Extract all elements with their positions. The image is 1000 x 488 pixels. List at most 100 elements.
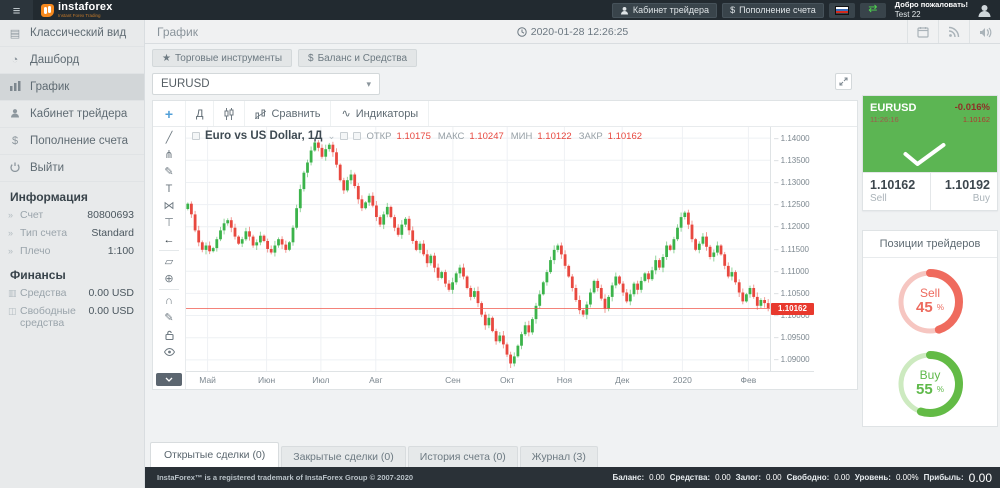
time-tick-label: Окт — [500, 375, 514, 385]
account-stats: Баланс:0.00 Средства:0.00 Залог:0.00 Сво… — [612, 471, 992, 485]
symbol-select[interactable]: EURUSD ▾ — [152, 73, 380, 95]
crosshair-icon[interactable]: + — [153, 101, 186, 126]
brand-logo[interactable]: instaforex Instant Forex Trading — [41, 2, 153, 19]
time-axis[interactable]: МайИюнИюлАвгСенОктНояДек2020Фев — [186, 371, 814, 388]
lock-tool[interactable] — [158, 326, 180, 343]
drawing-tools-column: ╱ ⋔ ✎ T ⋈ ⊤ ← ▱ ⊕ ∩ ✎ — [153, 127, 186, 389]
language-flag-button[interactable] — [829, 3, 855, 18]
profit-value: 0.00 — [969, 471, 992, 485]
trader-cabinet-button[interactable]: Кабинет трейдера — [612, 3, 717, 18]
eye-tool[interactable] — [158, 343, 180, 360]
price-tick-label: 1.12000 — [774, 222, 810, 231]
legend-settings-icon[interactable] — [340, 132, 348, 140]
quote-header[interactable]: EURUSD 11:26:16 -0.016% 1.10162 — [863, 96, 997, 172]
open-value: 1.10175 — [397, 131, 431, 142]
buy-percent: 55 — [916, 381, 933, 398]
chart-panel: + Д Сравнить ∿ Индикаторы ╱ ⋔ ✎ T ⋈ ⊤ — [152, 100, 858, 390]
high-value: 1.10247 — [469, 131, 503, 142]
zoom-in-tool[interactable]: ⊕ — [158, 270, 180, 287]
time-tick-label: Ноя — [557, 375, 572, 385]
time-tick-label: Май — [199, 375, 216, 385]
expand-icon — [839, 77, 848, 86]
megaphone-icon[interactable] — [969, 20, 1000, 43]
sell-price: 1.10162 — [870, 178, 923, 192]
russian-flag-icon — [835, 6, 849, 15]
person-icon — [0, 108, 30, 121]
traders-positions-card: Позиции трейдеров Sell 45 % Buy — [862, 230, 998, 427]
calendar-icon[interactable] — [907, 20, 938, 43]
indicators-button[interactable]: ∿ Индикаторы — [331, 101, 429, 126]
arrow-left-tool[interactable]: ← — [158, 231, 180, 248]
deposit-button[interactable]: $ Пополнение счета — [722, 3, 824, 18]
chevron-right-icon: » — [8, 209, 20, 220]
chart-type-button[interactable] — [214, 101, 245, 126]
dollar-icon: $ — [730, 5, 735, 15]
status-bar: InstaForex™ is a registered trademark of… — [145, 467, 1000, 488]
welcome-text: Добро пожаловать! — [895, 1, 968, 10]
trend-line-tool[interactable]: ╱ — [158, 129, 180, 146]
buy-quote-button[interactable]: 1.10192 Buy — [930, 173, 998, 210]
high-label: МАКС — [438, 131, 465, 142]
time-tick-label: Сен — [445, 375, 461, 385]
price-tick-label: 1.10500 — [774, 289, 810, 298]
sidebar-item-classic-view[interactable]: ▤ Классический вид — [0, 20, 144, 47]
pattern-tool[interactable]: ⋈ — [158, 197, 180, 214]
exchange-icon[interactable]: ⇄ — [860, 3, 886, 18]
positions-title: Позиции трейдеров — [863, 231, 997, 258]
sidebar-item-deposit[interactable]: $ Пополнение счета — [0, 128, 144, 155]
brush-tool[interactable]: ✎ — [158, 163, 180, 180]
sidebar-item-chart[interactable]: График — [0, 74, 144, 101]
rss-icon[interactable] — [938, 20, 969, 43]
price-tick-label: 1.13000 — [774, 178, 810, 187]
low-label: МИН — [511, 131, 533, 142]
quote-change-percent: -0.016% — [955, 102, 990, 113]
chevron-down-icon — [165, 377, 173, 382]
tab-journal[interactable]: Журнал (3) — [520, 446, 598, 467]
sidebar-item-dashboard[interactable]: ◔ Дашборд — [0, 47, 144, 74]
sidebar-item-logout[interactable]: Выйти — [0, 155, 144, 182]
balance-funds-button[interactable]: $ Баланс и Средства — [298, 49, 417, 67]
brand-name: instaforex — [58, 2, 113, 13]
funds-icon: ▥ — [8, 287, 20, 299]
position-tool[interactable]: ⊤ — [158, 214, 180, 231]
trading-instruments-button[interactable]: ★ Торговые инструменты — [152, 49, 292, 67]
magnet-tool[interactable]: ∩ — [158, 292, 180, 309]
text-tool[interactable]: T — [158, 180, 180, 197]
avatar-icon[interactable] — [977, 3, 992, 18]
timeframe-button[interactable]: Д — [186, 101, 214, 126]
page-title: График — [157, 25, 198, 39]
ruler-tool[interactable]: ▱ — [158, 253, 180, 270]
breadcrumb-bar: График 2020-01-28 12:26:25 — [145, 20, 1000, 44]
compare-button[interactable]: Сравнить — [245, 101, 331, 126]
time-tick-label: 2020 — [673, 375, 692, 385]
info-section-title: Информация — [0, 182, 144, 206]
fullscreen-button[interactable] — [835, 73, 852, 90]
buy-label: Buy — [938, 193, 991, 204]
tab-open-trades[interactable]: Открытые сделки (0) — [150, 442, 279, 467]
free-funds-icon: ◫ — [8, 305, 20, 317]
username: Test 22 — [895, 10, 968, 19]
finance-row-funds: ▥ Средства 0.00 USD — [0, 284, 144, 302]
hamburger-menu-icon[interactable]: ≡ — [0, 0, 33, 20]
drawing-lock-tool[interactable]: ✎ — [158, 309, 180, 326]
sell-label: Sell — [870, 193, 923, 204]
finance-row-free-funds: ◫ Свободные средства 0.00 USD — [0, 302, 144, 332]
pitchfork-tool[interactable]: ⋔ — [158, 146, 180, 163]
wave-icon: ∿ — [341, 107, 350, 120]
collapse-tools-button[interactable] — [156, 373, 182, 386]
tab-account-history[interactable]: История счета (0) — [408, 446, 518, 467]
candlestick-chart-canvas[interactable] — [186, 127, 770, 371]
price-axis[interactable]: 1.10162 1.090001.095001.100001.105001.11… — [770, 127, 814, 371]
dashboard-icon: ◔ — [0, 54, 30, 66]
star-icon: ★ — [162, 53, 171, 64]
sell-quote-button[interactable]: 1.10162 Sell — [863, 173, 930, 210]
check-icon — [901, 142, 947, 168]
tab-closed-trades[interactable]: Закрытые сделки (0) — [281, 446, 405, 467]
price-tick-label: 1.14000 — [774, 134, 810, 143]
collapse-legend-icon[interactable] — [192, 132, 200, 140]
legend-close-icon[interactable] — [353, 132, 361, 140]
time-tick-label: Фев — [741, 375, 757, 385]
welcome-block: Добро пожаловать! Test 22 — [895, 1, 968, 19]
sidebar-item-trader-cabinet[interactable]: Кабинет трейдера — [0, 101, 144, 128]
dollar-icon: $ — [0, 135, 30, 147]
